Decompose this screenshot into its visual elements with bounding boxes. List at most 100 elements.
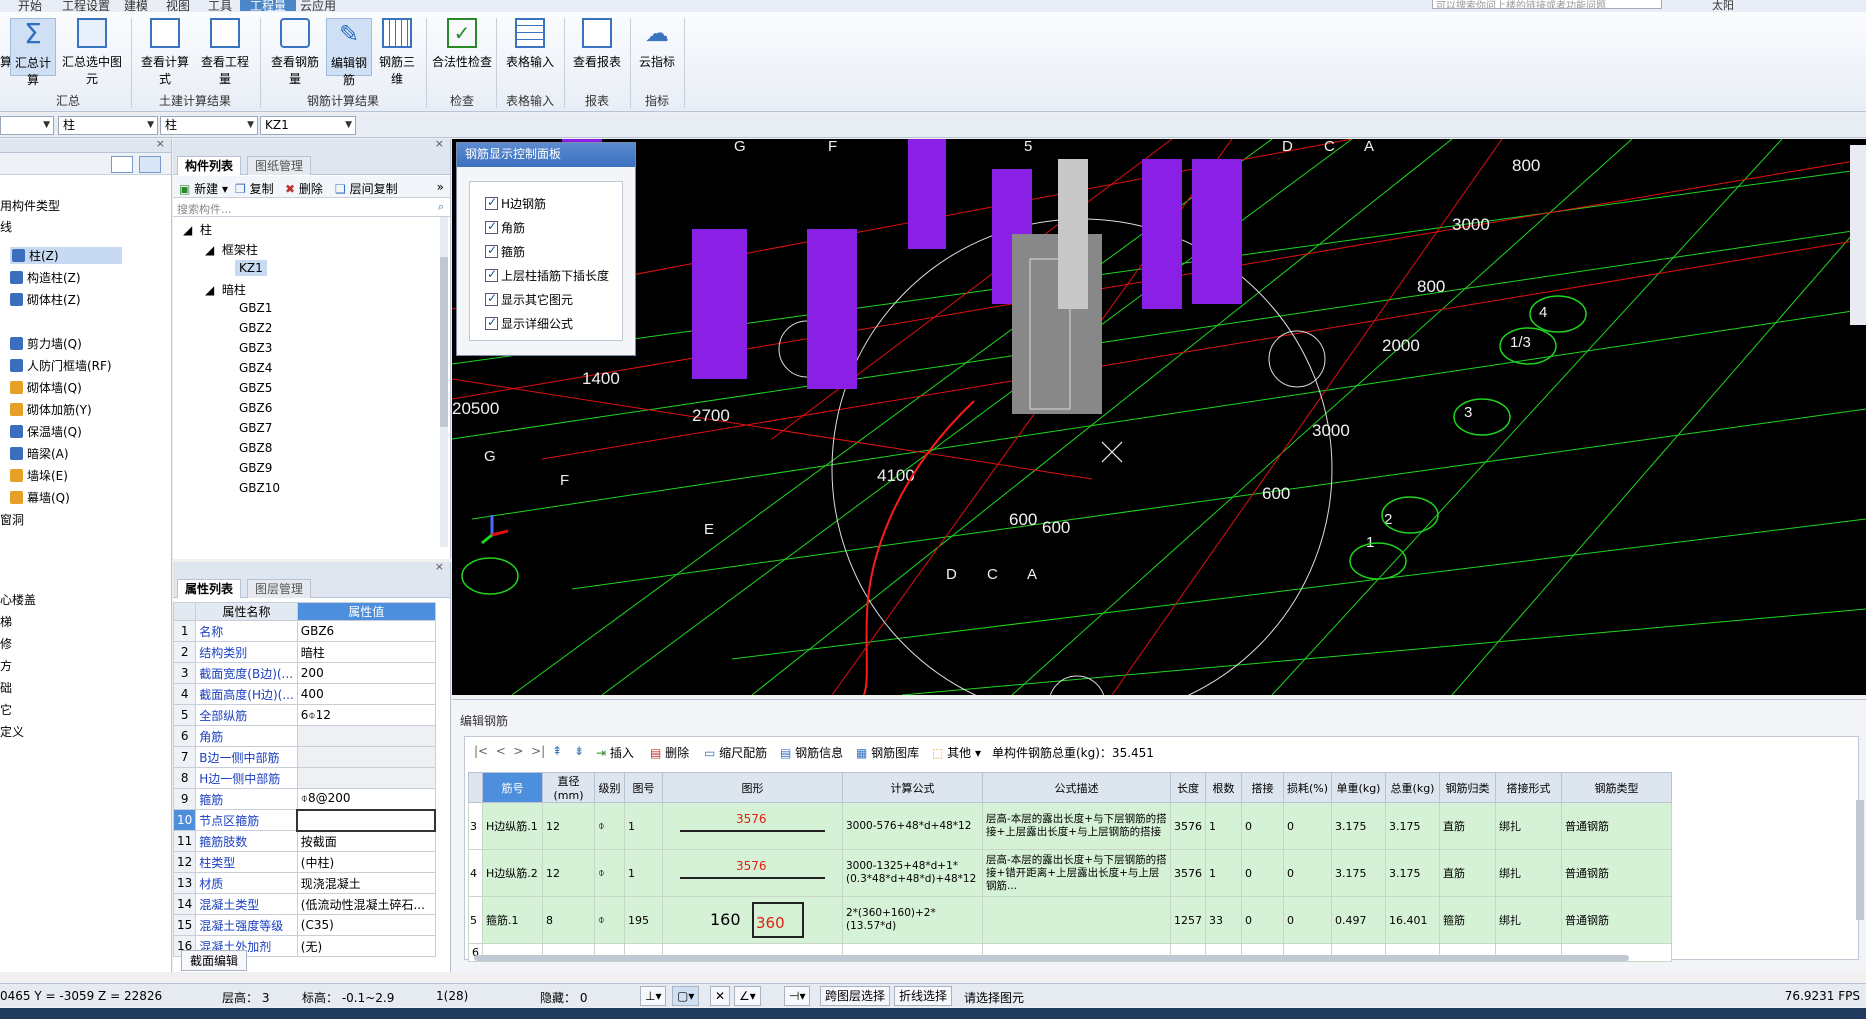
rect-select-icon[interactable]: ▢▾ [672, 986, 700, 1006]
component-select[interactable]: KZ1 ▼ [260, 116, 356, 135]
list-scrollbar[interactable] [440, 217, 448, 547]
view-formula-button[interactable]: 查看计算式 [136, 18, 194, 86]
line-item[interactable]: 线 [0, 218, 12, 235]
rebar-cell-shape[interactable]: 160 360 [662, 896, 843, 944]
tree-item-kz1[interactable]: KZ1 [235, 260, 267, 276]
rebar-cell-unit[interactable]: 3.175 [1331, 849, 1386, 897]
option-corner-rebar[interactable]: 角筋 [485, 219, 525, 236]
tree-item-gbz9[interactable]: GBZ9 [239, 461, 272, 475]
cross-layer-select-button[interactable]: 跨图层选择 [820, 986, 891, 1006]
attribute-value[interactable]: (低流动性混凝土碎石... [296, 893, 436, 915]
rebar-cell-desc[interactable]: 层高-本层的露出长度+与下层钢筋的搭接+上层露出长度+与上层钢筋的搭接 [982, 802, 1171, 850]
summary-selected-button[interactable]: 汇总选中图元 [58, 18, 126, 86]
tree-foundation[interactable]: 础 [0, 679, 12, 696]
close-icon[interactable]: × [435, 560, 444, 573]
rebar-cell-lapform[interactable]: 绑扎 [1495, 802, 1562, 850]
vertical-scrollbar[interactable] [1856, 800, 1864, 920]
attribute-row[interactable]: 4 截面高度(H边)(... 400 [172, 683, 436, 705]
rebar-cell-len[interactable]: 3576 [1170, 849, 1206, 897]
type-civil-door-wall[interactable]: 人防门框墙(RF) [10, 357, 112, 374]
rebar-cell-lap[interactable]: 0 [1241, 849, 1284, 897]
polyline-select-button[interactable]: 折线选择 [894, 986, 953, 1006]
horizontal-scrollbar[interactable] [474, 955, 1629, 961]
copy-button[interactable]: ❐ 复制 [235, 180, 274, 197]
attribute-value[interactable]: 400 [296, 683, 436, 705]
user-name[interactable]: 太阳 [1712, 0, 1734, 12]
tree-item-gbz5[interactable]: GBZ5 [239, 381, 272, 395]
tree-node-hidden-column[interactable]: ◢ 暗柱 [205, 281, 246, 298]
cloud-index-button[interactable]: ☁ 云指标 [634, 18, 680, 76]
attribute-value[interactable] [296, 767, 436, 789]
attribute-row[interactable]: 1 名称 GBZ6 [172, 620, 436, 642]
menu-project-settings[interactable]: 工程设置 [62, 0, 110, 12]
edit-rebar-button[interactable]: ✎ 编辑钢筋 [326, 18, 372, 87]
rebar-cell-type[interactable]: 普通钢筋 [1561, 802, 1672, 850]
attribute-value[interactable]: (无) [296, 935, 436, 957]
tree-window-door[interactable]: 窗洞 [0, 511, 24, 528]
attribute-value[interactable]: (中柱) [296, 851, 436, 873]
option-stirrup[interactable]: 箍筋 [485, 243, 525, 260]
type-select[interactable]: 柱 ▼ [160, 116, 258, 135]
scale-rebar-button[interactable]: ▭ 缩尺配筋 [704, 744, 767, 761]
option-show-formula[interactable]: 显示详细公式 [485, 315, 573, 332]
validity-check-button[interactable]: ✓ 合法性检查 [432, 18, 492, 76]
rebar-cell-total[interactable]: 16.401 [1385, 896, 1440, 944]
rebar-cell-name[interactable]: H边纵筋.1 [482, 802, 543, 850]
type-constructional-column[interactable]: 构造柱(Z) [10, 269, 81, 286]
view-tools-strip[interactable] [1850, 145, 1866, 325]
view-quantity-button[interactable]: 查看工程量 [196, 18, 254, 86]
rebar-cell-formula[interactable]: 2*(360+160)+2*(13.57*d) [842, 896, 983, 944]
type-insulation-wall[interactable]: 保温墙(Q) [10, 423, 82, 440]
tree-item-gbz3[interactable]: GBZ3 [239, 341, 272, 355]
rebar-row[interactable]: 5 箍筋.1 8 ⌽ 195 160 360 2*(360+160)+2*(13.57*d) 1… [468, 896, 1672, 944]
angle-icon[interactable]: ∠▾ [734, 986, 761, 1006]
rebar-cell-dia[interactable]: 12 [542, 849, 595, 897]
rebar-cell-count[interactable]: 1 [1205, 849, 1242, 897]
rebar-cell-dia[interactable]: 12 [542, 802, 595, 850]
attribute-row[interactable]: 11 箍筋肢数 按截面 [172, 830, 436, 852]
rebar-cell-lapform[interactable]: 绑扎 [1495, 896, 1562, 944]
tree-item-gbz6[interactable]: GBZ6 [239, 401, 272, 415]
type-hidden-beam[interactable]: 暗梁(A) [10, 445, 69, 462]
attribute-value[interactable] [296, 725, 436, 747]
rebar-cell-lap[interactable]: 0 [1241, 802, 1284, 850]
other-button[interactable]: ⬚ 其他 ▾ [932, 744, 981, 761]
rebar-cell-lap[interactable]: 0 [1241, 896, 1284, 944]
tree-node-frame-column[interactable]: ◢ 框架柱 [205, 241, 258, 258]
ortho-icon[interactable]: ⊣▾ [784, 986, 811, 1006]
attribute-row[interactable]: 6 角筋 [172, 725, 436, 747]
rebar-cell-desc[interactable] [982, 896, 1171, 944]
tree-hollow-slab[interactable]: 心楼盖 [0, 591, 36, 608]
rebar-cell-unit[interactable]: 0.497 [1331, 896, 1386, 944]
attribute-value[interactable]: 暗柱 [296, 641, 436, 663]
attribute-row[interactable]: 2 结构类别 暗柱 [172, 641, 436, 663]
close-icon[interactable]: × [156, 137, 165, 150]
summary-calc-button[interactable]: Σ 汇总计算 [10, 18, 56, 87]
rebar-cell-lapform[interactable]: 绑扎 [1495, 849, 1562, 897]
tree-decoration[interactable]: 修 [0, 635, 12, 652]
attribute-value[interactable] [296, 746, 436, 768]
table-input-button[interactable]: 表格输入 [500, 18, 560, 76]
attribute-row[interactable]: 14 混凝土类型 (低流动性混凝土碎石... [172, 893, 436, 915]
type-wall-pier[interactable]: 墙垛(E) [10, 467, 68, 484]
tree-stairs[interactable]: 梯 [0, 613, 12, 630]
attribute-row[interactable]: 15 混凝土强度等级 (C35) [172, 914, 436, 936]
attribute-row[interactable]: 12 柱类型 (中柱) [172, 851, 436, 873]
type-masonry-rebar[interactable]: 砌体加筋(Y) [10, 401, 92, 418]
tab-layer-manage[interactable]: 图层管理 [247, 579, 312, 598]
tree-item-gbz1[interactable]: GBZ1 [239, 301, 272, 315]
type-column[interactable]: 柱(Z) [10, 247, 122, 264]
calc-button-partial[interactable]: 算 [0, 18, 12, 76]
attribute-row[interactable]: 10 节点区箍筋 [172, 808, 437, 832]
new-button[interactable]: ▣ 新建 ▾ [179, 180, 228, 197]
rebar-3d-button[interactable]: 钢筋三维 [374, 18, 420, 86]
rebar-cell-grade[interactable]: ⌽ [594, 896, 625, 944]
insert-button[interactable]: ⇥ 插入 [596, 744, 634, 761]
rebar-row[interactable]: 3 H边纵筋.1 12 ⌽ 1 3576 3000-576+48*d+48*12 层高-本层的… [468, 802, 1672, 850]
rebar-cell-total[interactable]: 3.175 [1385, 802, 1440, 850]
tree-earthwork[interactable]: 方 [0, 657, 12, 674]
rebar-cell-unit[interactable]: 3.175 [1331, 802, 1386, 850]
tree-item-gbz7[interactable]: GBZ7 [239, 421, 272, 435]
rebar-cell-formula[interactable]: 3000-1325+48*d+1*(0.3*48*d+48*d)+48*12 [842, 849, 983, 897]
attribute-value[interactable]: GBZ6 [296, 620, 436, 642]
